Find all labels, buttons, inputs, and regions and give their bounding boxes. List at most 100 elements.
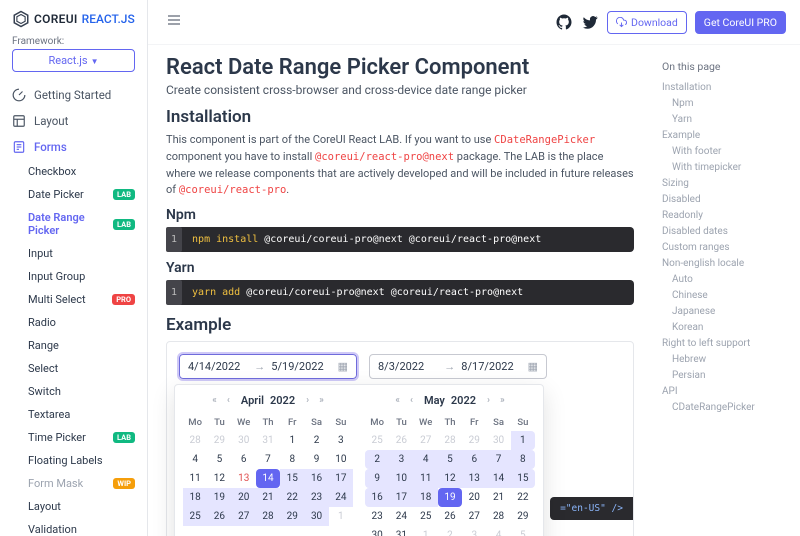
- calendar-day[interactable]: 4: [183, 450, 207, 469]
- calendar-day[interactable]: 10: [329, 450, 353, 469]
- toc-link[interactable]: Npm: [662, 96, 790, 112]
- nav-forms[interactable]: Forms: [0, 134, 147, 160]
- calendar-day[interactable]: 13: [462, 469, 486, 488]
- calendar-day[interactable]: 18: [183, 488, 207, 507]
- subnav-validation[interactable]: Validation: [0, 518, 147, 536]
- calendar-day[interactable]: 3: [462, 526, 486, 536]
- subnav-switch[interactable]: Switch: [0, 380, 147, 403]
- calendar-day[interactable]: 20: [462, 488, 486, 507]
- github-icon[interactable]: [555, 13, 573, 31]
- calendar-day[interactable]: 1: [329, 507, 353, 526]
- subnav-select[interactable]: Select: [0, 357, 147, 380]
- toc-link[interactable]: Hebrew: [662, 352, 790, 368]
- subnav-floating-labels[interactable]: Floating Labels: [0, 449, 147, 472]
- prev-year-button[interactable]: «: [208, 393, 221, 408]
- calendar-day[interactable]: 19: [438, 488, 462, 507]
- calendar-day[interactable]: 13: [232, 469, 256, 488]
- calendar-day[interactable]: 16: [304, 469, 328, 488]
- calendar-day[interactable]: 30: [304, 507, 328, 526]
- calendar-day[interactable]: 23: [304, 488, 328, 507]
- npm-code-block[interactable]: 1npm install @coreui/coreui-pro@next @co…: [166, 227, 634, 252]
- toc-link[interactable]: Non-english locale: [662, 256, 790, 272]
- toc-link[interactable]: Persian: [662, 368, 790, 384]
- calendar-day[interactable]: 2: [365, 450, 389, 469]
- calendar-day[interactable]: 26: [207, 507, 231, 526]
- calendar-day[interactable]: 14: [256, 469, 280, 488]
- calendar-day[interactable]: 23: [365, 507, 389, 526]
- prev-month-button[interactable]: ‹: [223, 393, 234, 408]
- calendar-day[interactable]: 21: [256, 488, 280, 507]
- get-pro-button[interactable]: Get CoreUI PRO: [695, 11, 786, 34]
- toc-link[interactable]: Disabled dates: [662, 224, 790, 240]
- calendar-day[interactable]: 3: [389, 450, 413, 469]
- calendar-day[interactable]: 6: [232, 450, 256, 469]
- toc-link[interactable]: Korean: [662, 320, 790, 336]
- calendar-day[interactable]: 1: [280, 431, 304, 450]
- calendar-day[interactable]: 29: [511, 507, 535, 526]
- prev-month-button[interactable]: ‹: [406, 393, 417, 408]
- calendar-day[interactable]: 27: [462, 507, 486, 526]
- next-year-button[interactable]: »: [496, 393, 509, 408]
- date-range-input-1[interactable]: 4/14/2022→5/19/2022▦: [179, 354, 357, 379]
- calendar-day[interactable]: 20: [232, 488, 256, 507]
- calendar-day[interactable]: 27: [232, 507, 256, 526]
- calendar-day[interactable]: 17: [329, 469, 353, 488]
- calendar-day[interactable]: 31: [389, 526, 413, 536]
- toc-link[interactable]: Disabled: [662, 192, 790, 208]
- calendar-day[interactable]: 21: [486, 488, 510, 507]
- calendar-day[interactable]: 30: [232, 431, 256, 450]
- calendar-day[interactable]: 28: [438, 431, 462, 450]
- calendar-day[interactable]: 1: [414, 526, 438, 536]
- subnav-layout[interactable]: Layout: [0, 495, 147, 518]
- calendar-day[interactable]: 31: [256, 431, 280, 450]
- toc-link[interactable]: Sizing: [662, 176, 790, 192]
- toc-link[interactable]: Yarn: [662, 112, 790, 128]
- twitter-icon[interactable]: [581, 13, 599, 31]
- calendar-day[interactable]: 9: [365, 469, 389, 488]
- nav-getting-started[interactable]: Getting Started: [0, 82, 147, 108]
- toc-link[interactable]: Readonly: [662, 208, 790, 224]
- toc-link[interactable]: With footer: [662, 144, 790, 160]
- toc-link[interactable]: Japanese: [662, 304, 790, 320]
- subnav-form-mask[interactable]: Form MaskWIP: [0, 472, 147, 495]
- calendar-day[interactable]: 28: [183, 431, 207, 450]
- subnav-multi-select[interactable]: Multi SelectPRO: [0, 288, 147, 311]
- subnav-time-picker[interactable]: Time PickerLAB: [0, 426, 147, 449]
- calendar-day[interactable]: 22: [280, 488, 304, 507]
- subnav-input-group[interactable]: Input Group: [0, 265, 147, 288]
- next-year-button[interactable]: »: [315, 393, 328, 408]
- subnav-radio[interactable]: Radio: [0, 311, 147, 334]
- calendar-day[interactable]: 24: [329, 488, 353, 507]
- subnav-checkbox[interactable]: Checkbox: [0, 160, 147, 183]
- calendar-day[interactable]: 4: [414, 450, 438, 469]
- prev-year-button[interactable]: «: [391, 393, 404, 408]
- toc-link[interactable]: With timepicker: [662, 160, 790, 176]
- toc-link[interactable]: Installation: [662, 80, 790, 96]
- next-month-button[interactable]: ›: [302, 393, 313, 408]
- calendar-day[interactable]: 26: [389, 431, 413, 450]
- calendar-day[interactable]: 28: [486, 507, 510, 526]
- brand-logo[interactable]: COREUI REACT.JS: [0, 0, 147, 36]
- calendar-day[interactable]: 29: [280, 507, 304, 526]
- calendar-day[interactable]: 29: [207, 431, 231, 450]
- calendar-day[interactable]: 25: [414, 507, 438, 526]
- calendar-day[interactable]: 1: [511, 431, 535, 450]
- toc-link[interactable]: Custom ranges: [662, 240, 790, 256]
- calendar-day[interactable]: 11: [414, 469, 438, 488]
- yarn-code-block[interactable]: 1yarn add @coreui/coreui-pro@next @coreu…: [166, 280, 634, 305]
- calendar-day[interactable]: 10: [389, 469, 413, 488]
- next-month-button[interactable]: ›: [483, 393, 494, 408]
- calendar-day[interactable]: 6: [462, 450, 486, 469]
- calendar-day[interactable]: 3: [329, 431, 353, 450]
- calendar-day[interactable]: 2: [304, 431, 328, 450]
- calendar-day[interactable]: 4: [486, 526, 510, 536]
- download-button[interactable]: Download: [607, 11, 687, 34]
- calendar-day[interactable]: 16: [365, 488, 389, 507]
- calendar-day[interactable]: 17: [389, 488, 413, 507]
- calendar-day[interactable]: 8: [280, 450, 304, 469]
- toc-link[interactable]: API: [662, 384, 790, 400]
- calendar-day[interactable]: 11: [183, 469, 207, 488]
- calendar-day[interactable]: 5: [438, 450, 462, 469]
- calendar-day[interactable]: 29: [462, 431, 486, 450]
- subnav-date-picker[interactable]: Date PickerLAB: [0, 183, 147, 206]
